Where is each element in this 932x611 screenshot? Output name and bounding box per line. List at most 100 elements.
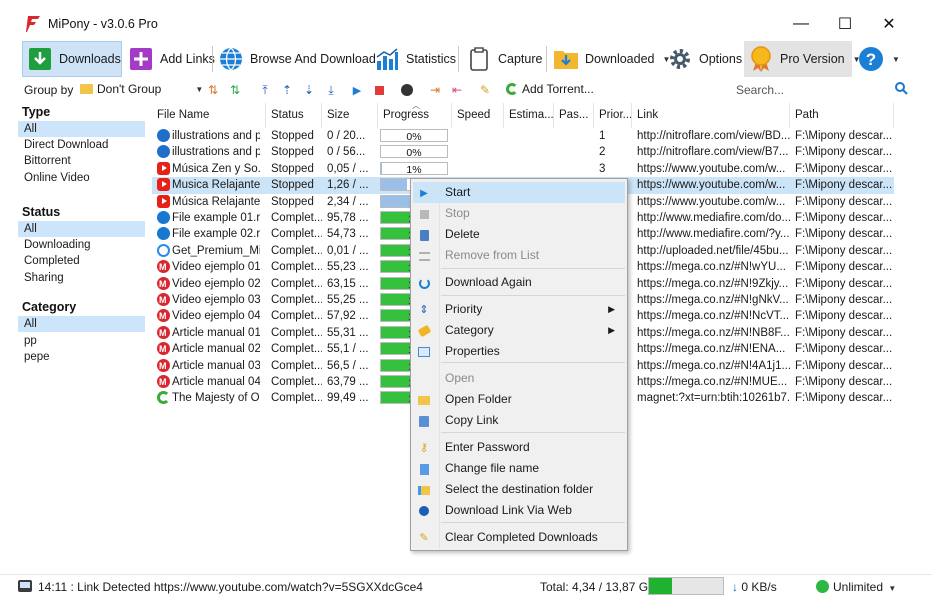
type-item-bittorrent[interactable]: Bittorrent <box>18 153 145 169</box>
search-input[interactable]: Search... <box>736 82 908 99</box>
move-up-icon[interactable]: ⇡ <box>280 83 294 97</box>
menu-item-download-again[interactable]: Download Again <box>413 272 625 293</box>
total-progress-fill <box>649 578 672 594</box>
category-item-pepe[interactable]: pepe <box>18 349 145 365</box>
column-header-status[interactable]: Status <box>266 103 322 128</box>
status-item-downloading[interactable]: Downloading <box>18 237 145 253</box>
downloads-button[interactable]: Downloads <box>22 41 122 77</box>
link-cell: http://www.mediafire.com/?y... <box>637 228 790 241</box>
search-icon[interactable] <box>895 82 908 98</box>
browse-and-download-button[interactable]: Browse And Download <box>214 41 380 77</box>
category-item-pp[interactable]: pp <box>18 333 145 349</box>
status-item-all[interactable]: All <box>18 221 145 237</box>
move-down-icon[interactable]: ⇣ <box>302 83 316 97</box>
size-cell: 95,78 ... <box>327 212 369 224</box>
menu-item-label: Change file name <box>445 461 540 475</box>
column-header-estimated[interactable]: Estima... <box>504 103 554 128</box>
pro-version-dropdown[interactable]: Pro Version ▼ <box>744 41 861 77</box>
size-cell: 0 / 56... <box>327 146 366 159</box>
link-cell: https://mega.co.nz/#N!4A1j1... <box>637 359 790 372</box>
type-item-direct-download[interactable]: Direct Download <box>18 137 145 153</box>
column-header-password[interactable]: Pas... <box>554 103 594 128</box>
arrow-left-icon[interactable]: ⇤ <box>450 83 464 97</box>
progress-bar: 0% <box>380 129 448 143</box>
column-header-file-name[interactable]: File Name <box>152 103 266 128</box>
type-item-online-video[interactable]: Online Video <box>18 170 145 186</box>
link-cell: magnet:?xt=urn:btih:10261b7... <box>637 392 790 405</box>
broom-icon[interactable]: ✎ <box>478 83 492 97</box>
group-by-select[interactable]: Don't Group ▼ <box>80 82 203 96</box>
menu-item-delete[interactable]: Delete <box>413 224 625 245</box>
status-item-sharing[interactable]: Sharing <box>18 270 145 286</box>
menu-item-label: Priority <box>445 302 483 316</box>
chevron-down-icon: ▼ <box>888 584 897 593</box>
close-button[interactable]: ✕ <box>866 8 912 40</box>
menu-item-label: Download Again <box>445 275 532 289</box>
stop-icon[interactable] <box>372 83 386 97</box>
move-bottom-icon[interactable]: ⤓ <box>324 83 338 97</box>
menu-item-category[interactable]: Category ▶ <box>413 320 625 341</box>
table-row[interactable]: illustrations and p... Stopped 0 / 56... 0%… <box>152 144 894 160</box>
statistics-button[interactable]: Statistics <box>370 41 460 77</box>
move-top-icon[interactable]: ⤒ <box>258 83 272 97</box>
collapse-tree-icon[interactable]: ⇅ <box>228 83 242 97</box>
browse-label: Browse And Download <box>250 52 376 66</box>
status-cell: Complet... <box>271 326 322 339</box>
arrow-right-icon[interactable]: ⇥ <box>428 83 442 97</box>
capture-button[interactable]: Capture <box>462 41 546 77</box>
status-item-completed[interactable]: Completed <box>18 253 145 269</box>
speed-limit-dropdown[interactable]: Unlimited ▼ <box>833 580 896 594</box>
downloaded-dropdown[interactable]: Downloaded ▼ <box>549 41 674 77</box>
status-cell: Complet... <box>271 212 322 224</box>
column-header-speed[interactable]: Speed <box>452 103 504 128</box>
add-links-button[interactable]: Add Links <box>124 41 219 77</box>
column-header-path[interactable]: Path <box>790 103 894 128</box>
column-header-link[interactable]: Link <box>632 103 790 128</box>
column-header-size[interactable]: Size <box>322 103 378 128</box>
downloaded-folder-icon <box>553 46 579 72</box>
menu-item-label: Select the destination folder <box>445 482 594 496</box>
help-dropdown[interactable]: ? ▼ <box>854 41 904 77</box>
main-toolbar: Downloads Add Links Browse And Download … <box>0 40 932 78</box>
status-cell: Stopped <box>271 195 314 208</box>
menu-item-stop: Stop <box>413 203 625 224</box>
file-name-cell: Get_Premium_Mi... <box>172 244 260 257</box>
file-name-cell: File example 01.rar <box>172 212 260 224</box>
menu-item-start[interactable]: ▶ Start <box>413 182 625 203</box>
menu-item-download-link-via-web[interactable]: Download Link Via Web <box>413 500 625 521</box>
file-name-cell: Video ejemplo 04... <box>172 310 260 323</box>
minimize-button[interactable]: — <box>778 8 824 40</box>
menu-item-open-folder[interactable]: Open Folder <box>413 389 625 410</box>
path-cell: F:\Mipony descar... <box>795 310 893 323</box>
options-button[interactable]: Options <box>663 41 746 77</box>
type-item-all[interactable]: All <box>18 121 145 137</box>
menu-item-label: Category <box>445 323 494 337</box>
menu-item-priority[interactable]: ⇕ Priority ▶ <box>413 299 625 320</box>
size-cell: 1,26 / ... <box>327 179 369 192</box>
category-item-all[interactable]: All <box>18 316 145 332</box>
file-type-icon <box>157 243 170 257</box>
menu-item-properties[interactable]: Properties <box>413 341 625 362</box>
table-row[interactable]: illustrations and p... Stopped 0 / 20... 0%… <box>152 128 894 144</box>
link-cell: http://nitroflare.com/view/B7... <box>637 146 789 159</box>
power-icon[interactable] <box>400 83 414 97</box>
filter-row: Group by Don't Group ▼ ⇅ ⇅ ⤒ ⇡ ⇣ ⤓ ▶ ⇥ ⇤… <box>0 80 932 102</box>
total-size: Total: 4,34 / 13,87 GB <box>540 580 657 594</box>
menu-item-clear-completed-downloads[interactable]: ✎ Clear Completed Downloads <box>413 527 625 548</box>
add-torrent-label: Add Torrent... <box>522 82 594 96</box>
play-icon[interactable]: ▶ <box>350 83 364 97</box>
monitor-icon <box>18 580 32 592</box>
menu-item-enter-password[interactable]: ⚷ Enter Password <box>413 437 625 458</box>
context-menu: ▶ Start Stop Delete Remove from List Download… <box>410 178 628 551</box>
speed-limit-value: Unlimited <box>833 580 884 594</box>
maximize-button[interactable]: ☐ <box>822 8 868 40</box>
svg-text:?: ? <box>866 50 876 69</box>
column-header-priority[interactable]: Prior... <box>594 103 632 128</box>
expand-tree-icon[interactable]: ⇅ <box>206 83 220 97</box>
menu-item-change-file-name[interactable]: Change file name <box>413 458 625 479</box>
menu-item-copy-link[interactable]: Copy Link <box>413 410 625 431</box>
add-torrent-button[interactable]: Add Torrent... <box>506 82 594 96</box>
menu-item-select-the-destination-folder[interactable]: Select the destination folder <box>413 479 625 500</box>
table-row[interactable]: Música Zen y So... Stopped 0,05 / ... 1% 3 ht… <box>152 161 894 177</box>
size-cell: 57,92 ... <box>327 310 369 323</box>
